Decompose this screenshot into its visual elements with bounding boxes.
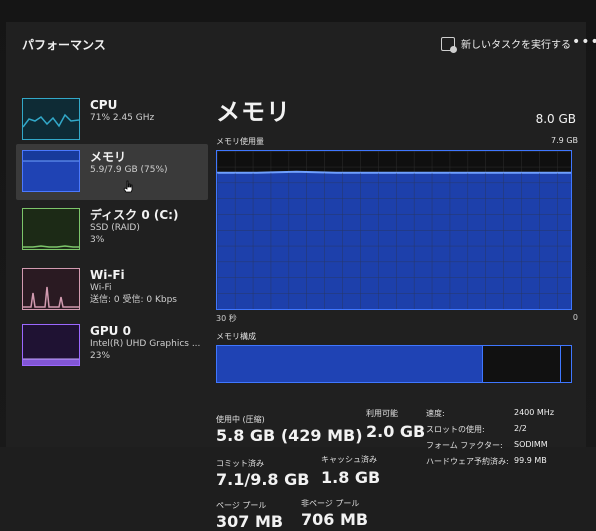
disk-mini-line: [23, 245, 79, 248]
paged-pool-label: ページ プール: [216, 501, 267, 510]
composition-used-segment: [217, 346, 483, 382]
memory-usage-max: 7.9 GB: [551, 136, 578, 145]
memory-usage-line: [217, 170, 571, 174]
memory-usage-graph-svg: [217, 151, 571, 309]
sidebar-item-title: Wi-Fi: [90, 268, 125, 282]
more-icon: •••: [572, 34, 596, 50]
disk-mini-graph: [22, 208, 80, 250]
sidebar-item-memory[interactable]: メモリ 5.9/7.9 GB (75%): [16, 144, 208, 200]
sidebar-item-cpu[interactable]: CPU 71% 2.45 GHz: [16, 92, 208, 148]
slots-value: 2/2: [514, 424, 527, 433]
form-factor-label: フォーム ファクター:: [426, 441, 503, 450]
sidebar-item-sub: 送信: 0 受信: 0 Kbps: [90, 295, 177, 305]
sidebar-item-sub: 3%: [90, 235, 105, 245]
memory-stats: 使用中 (圧縮) 5.8 GB (429 MB) 利用可能 2.0 GB コミッ…: [216, 388, 586, 531]
memory-mini-graph-svg: [23, 160, 79, 191]
speed-value: 2400 MHz: [514, 408, 555, 417]
sidebar-item-title: ディスク 0 (C:): [90, 208, 179, 222]
memory-usage-graph: [216, 150, 572, 310]
run-new-task-button[interactable]: 新しいタスクを実行する: [441, 36, 571, 53]
graph-time-right: 0: [572, 313, 578, 322]
speed-label: 速度:: [426, 409, 445, 418]
wifi-mini-graph: [22, 268, 80, 310]
sidebar-item-sub: 5.9/7.9 GB (75%): [90, 165, 168, 175]
sidebar-item-sub: 71% 2.45 GHz: [90, 113, 155, 123]
cpu-mini-line: [23, 113, 79, 128]
hardware-reserved-label: ハードウェア予約済み:: [426, 457, 509, 466]
memory-total: 8.0 GB: [535, 112, 576, 126]
sidebar-item-disk-0[interactable]: ディスク 0 (C:) SSD (RAID) 3%: [16, 202, 208, 258]
sidebar-item-title: CPU: [90, 98, 118, 112]
composition-free-segment: [561, 346, 571, 382]
nonpaged-pool-label: 非ページ プール: [301, 499, 360, 508]
performance-header: パフォーマンス 新しいタスクを実行する •••: [16, 32, 596, 56]
paged-pool-value: 307 MB: [216, 512, 284, 531]
available-label: 利用可能: [366, 409, 398, 418]
hand-cursor-icon: [123, 180, 133, 193]
task-manager-window: パフォーマンス 新しいタスクを実行する ••• CPU 71% 2.45: [6, 22, 596, 531]
committed-label: コミット済み: [216, 459, 264, 468]
in-use-label: 使用中 (圧縮): [216, 415, 265, 424]
memory-composition-bar: [216, 345, 572, 383]
gpu-mini-fill: [23, 359, 79, 365]
sidebar-item-sub: SSD (RAID): [90, 223, 140, 233]
wifi-mini-line: [23, 286, 79, 308]
more-options-button[interactable]: •••: [572, 34, 596, 50]
page-title: パフォーマンス: [22, 38, 106, 52]
memory-mini-graph: [22, 150, 80, 192]
run-new-task-label: 新しいタスクを実行する: [461, 40, 571, 51]
hardware-reserved-value: 99.9 MB: [514, 456, 547, 465]
slots-label: スロットの使用:: [426, 425, 485, 434]
sidebar-item-title: GPU 0: [90, 324, 131, 338]
performance-sidebar: CPU 71% 2.45 GHz メモリ 5.9/7.9 GB (75%) ディ…: [16, 92, 208, 392]
sidebar-item-wifi[interactable]: Wi-Fi Wi-Fi 送信: 0 受信: 0 Kbps: [16, 262, 208, 318]
form-factor-value: SODIMM: [514, 440, 548, 449]
memory-details-panel: メモリ 8.0 GB メモリ使用量 7.9 GB 30 秒 0 メモリ構成 使用…: [216, 92, 586, 531]
composition-standby-segment: [483, 346, 561, 382]
disk-mini-graph-svg: [23, 245, 79, 248]
sidebar-item-gpu-0[interactable]: GPU 0 Intel(R) UHD Graphics ... 23%: [16, 318, 208, 374]
cached-label: キャッシュ済み: [321, 455, 377, 464]
sidebar-item-sub: Wi-Fi: [90, 283, 112, 293]
memory-usage-grid-overlay: [217, 172, 571, 309]
memory-usage-label: メモリ使用量: [216, 137, 264, 146]
memory-mini-fill: [23, 161, 79, 191]
sidebar-item-sub: 23%: [90, 351, 111, 361]
committed-value: 7.1/9.8 GB: [216, 470, 310, 489]
sidebar-item-title: メモリ: [90, 150, 127, 164]
nonpaged-pool-value: 706 MB: [301, 510, 369, 529]
gpu-mini-graph: [22, 324, 80, 366]
cpu-mini-graph-svg: [23, 113, 79, 128]
cached-value: 1.8 GB: [321, 468, 381, 487]
available-value: 2.0 GB: [366, 422, 426, 441]
gpu-mini-graph-svg: [23, 358, 79, 365]
hand-cursor-shape: [123, 180, 133, 193]
graph-time-left: 30 秒: [216, 314, 237, 323]
sidebar-item-sub: Intel(R) UHD Graphics ...: [90, 339, 201, 349]
in-use-value: 5.8 GB (429 MB): [216, 426, 363, 445]
photo-frame: パフォーマンス 新しいタスクを実行する ••• CPU 71% 2.45: [0, 0, 596, 531]
memory-composition-label: メモリ構成: [216, 332, 256, 341]
run-task-icon: [441, 36, 457, 53]
wifi-mini-graph-svg: [23, 286, 79, 308]
cpu-mini-graph: [22, 98, 80, 140]
memory-title: メモリ: [216, 98, 291, 126]
